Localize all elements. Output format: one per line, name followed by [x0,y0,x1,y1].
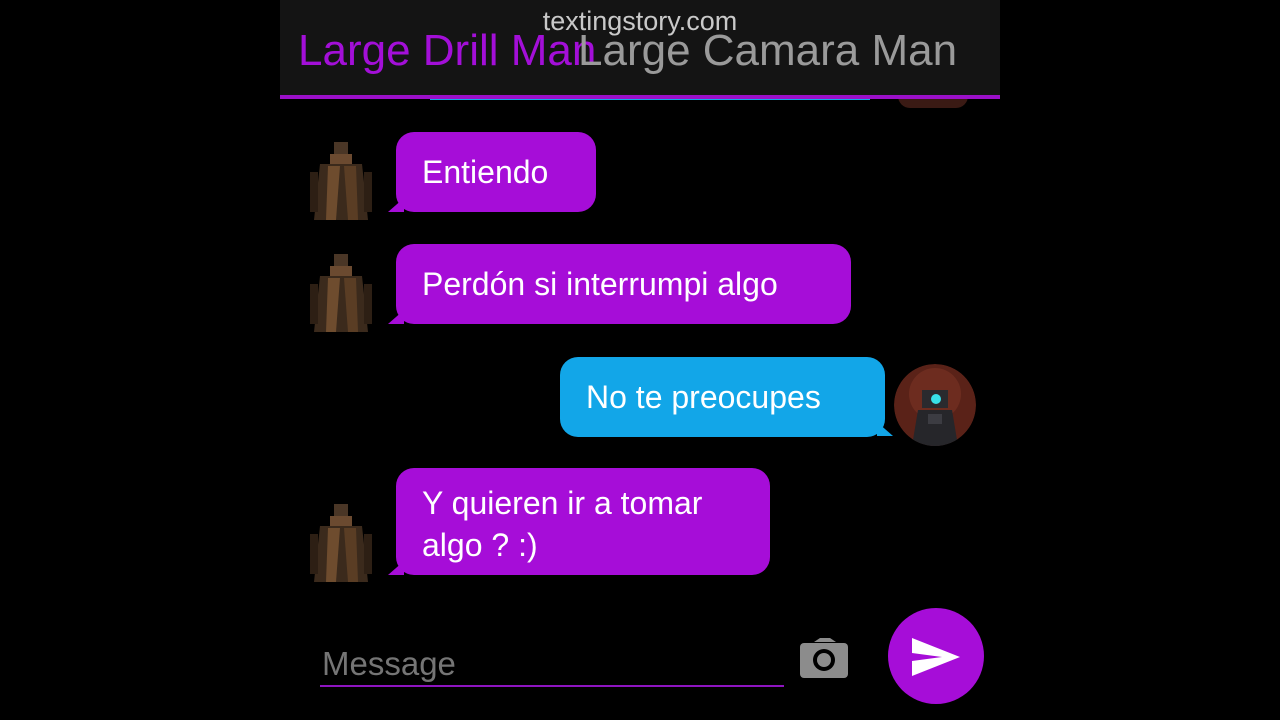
chat-header: Large Drill Man Large Camara Man texting… [280,0,1000,96]
drill-man-avatar [306,502,376,584]
camera-icon[interactable] [800,638,848,678]
watermark: textingstory.com [542,6,738,36]
message-bubble-incoming[interactable]: Perdón si interrumpi algo [396,244,851,324]
send-icon [912,638,960,676]
send-button[interactable] [888,608,984,704]
message-bubble-outgoing[interactable]: No te preocupes [560,357,885,437]
message-input-underline [320,685,784,687]
drill-man-avatar [306,140,376,222]
header-divider [280,95,1000,99]
camera-man-avatar [894,364,976,446]
drill-man-avatar [306,252,376,334]
screen: Large Drill Man Large Camara Man texting… [0,0,1280,720]
chat-app: Large Drill Man Large Camara Man texting… [280,0,1000,720]
message-bubble-incoming[interactable]: Y quieren ir a tomar algo ? :) [396,468,770,575]
bubble-tail [877,422,893,436]
message-bubble-incoming[interactable]: Entiendo [396,132,596,212]
message-input[interactable] [320,640,788,688]
